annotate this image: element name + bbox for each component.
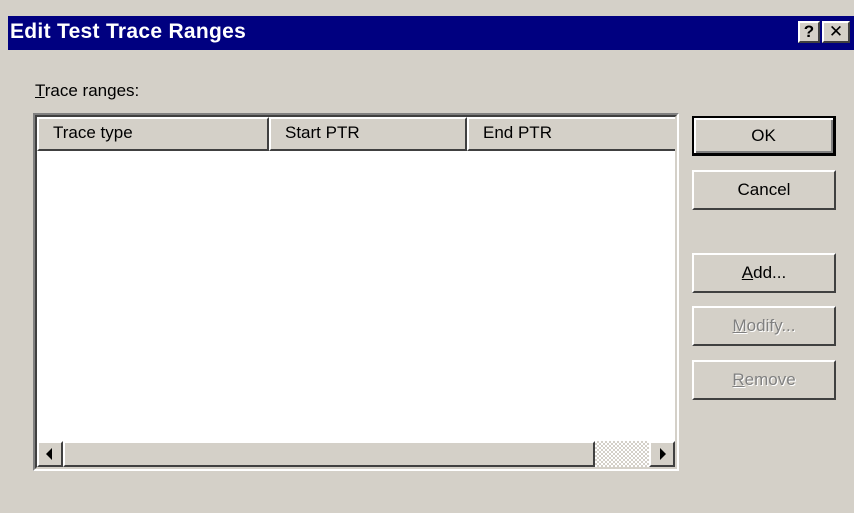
add-button-accel: A <box>741 263 754 282</box>
scrollbar-thumb[interactable] <box>63 441 595 467</box>
add-button-label: dd... <box>753 263 787 282</box>
remove-button[interactable]: Remove <box>692 360 836 400</box>
modify-button-accel: M <box>732 316 747 335</box>
modify-button[interactable]: Modify... <box>692 306 836 346</box>
add-button[interactable]: Add... <box>692 253 836 293</box>
title-bar[interactable]: Edit Test Trace Ranges ? ✕ <box>8 16 854 50</box>
question-mark-icon: ? <box>803 22 815 41</box>
remove-button-label: emove <box>744 370 796 389</box>
column-header-start-ptr[interactable]: Start PTR <box>269 117 467 151</box>
trace-ranges-label-text: race ranges: <box>44 81 140 100</box>
trace-ranges-label: Trace ranges: <box>35 81 139 101</box>
column-header-trace-type[interactable]: Trace type <box>37 117 269 151</box>
arrow-left-icon[interactable] <box>37 441 63 467</box>
dialog-window: Edit Test Trace Ranges ? ✕ Trace ranges:… <box>0 0 854 513</box>
modify-button-label: odify... <box>746 316 796 335</box>
dialog-title: Edit Test Trace Ranges <box>10 20 247 43</box>
horizontal-scrollbar[interactable] <box>37 441 675 467</box>
ok-button[interactable]: OK <box>692 116 836 156</box>
column-header-end-ptr[interactable]: End PTR <box>467 117 675 151</box>
close-button[interactable]: ✕ <box>822 21 850 43</box>
trace-ranges-list[interactable]: Trace type Start PTR End PTR <box>33 113 679 471</box>
close-icon: ✕ <box>828 22 844 41</box>
scrollbar-track[interactable] <box>595 441 649 467</box>
remove-button-accel: R <box>732 370 745 389</box>
arrow-right-icon[interactable] <box>649 441 675 467</box>
trace-ranges-list-body[interactable]: Trace type Start PTR End PTR <box>35 115 677 469</box>
cancel-button[interactable]: Cancel <box>692 170 836 210</box>
trace-ranges-label-accel: T <box>35 81 45 100</box>
help-button[interactable]: ? <box>798 21 820 43</box>
